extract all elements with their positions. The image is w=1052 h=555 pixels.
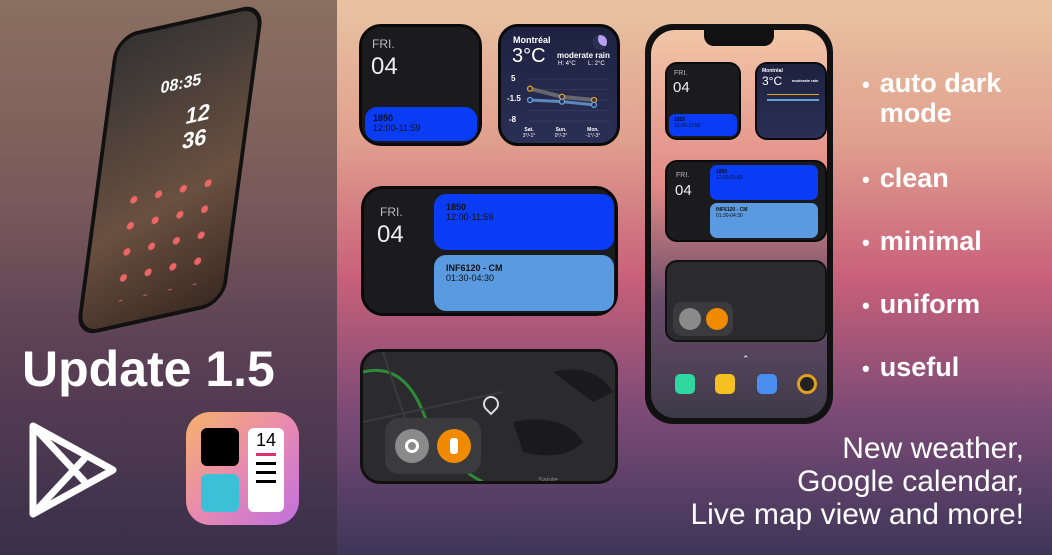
mini-weather-widget: Montréal 3°C moderate rain [755,62,827,140]
day-range: 0°/-2° [554,133,568,139]
phone-big-clock: 12 36 [180,98,212,155]
calendar-day: FRI. [676,172,690,179]
tagline-line: Live map view and more! [690,498,1025,531]
event-time: 12:00-11:59 [674,123,701,129]
calendar-event[interactable]: 1850 12:00-11:59 [365,107,477,141]
calendar-day: FRI. [380,205,403,219]
calendar-event: 1850 12:00-11:59 [669,114,737,136]
calendar-date: 04 [675,182,692,199]
data-point [526,96,534,104]
calendar-event[interactable]: INF6120 - CM 01:30-04:30 [434,255,614,311]
app-icon-calendar-tile: 14 [248,428,284,512]
calendar-date: 04 [377,221,404,248]
day-range: 3°/-1° [522,133,536,139]
data-point [526,85,534,92]
forecast-day: Mon. -1°/-3° [581,127,605,139]
dock-app-icon[interactable] [757,374,777,394]
play-store-icon [29,422,117,518]
dock-app-icon[interactable] [675,374,695,394]
day-range: -1°/-3° [585,133,601,139]
weather-chart [526,78,609,122]
app-icon-black-tile [201,428,239,466]
mini-calendar-widget: FRI. 04 1850 12:00-11:59 [665,62,741,140]
tagline: New weather, Google calendar, Live map v… [691,432,1025,531]
tagline-line: New weather, [842,432,1024,465]
calendar-day: FRI. [674,70,688,77]
calendar-date: 04 [673,79,690,96]
app-icon-number: 14 [255,430,277,450]
forecast-day: Sun. 0°/-2° [549,127,573,139]
weather-temp: 3°C [762,74,783,88]
calendar-event: INF6120 - CM 01:30-04:30 [710,203,818,238]
search-icon [679,308,701,330]
feature-text: clean [879,163,949,193]
search-icon[interactable] [395,429,429,463]
mini-calendar-wide-widget: FRI. 04 1850 12:00-11:59 INF6120 - CM 01:3… [665,160,827,242]
event-time: 12:00-11:59 [446,212,494,222]
feature-item: • useful [862,352,960,382]
event-title: 1850 [446,202,467,212]
feature-text: uniform [879,289,981,319]
data-point [558,98,566,105]
map-controls [385,418,481,474]
feature-text: minimal [879,226,982,256]
weather-condition: moderate rain [792,78,819,83]
left-panel: 08:35 12 36 Update 1.5 14 [0,0,337,555]
app-icon-cyan-tile [201,474,239,512]
map-widget[interactable]: Sainte [360,349,618,484]
feature-item: • auto dark mode [862,68,1042,128]
traffic-light-icon[interactable] [437,429,471,463]
mini-map-widget [665,260,827,342]
calendar-event: 1850 12:00-11:59 [710,165,818,200]
phone-notch [704,30,774,46]
calendar-widget-wide[interactable]: FRI. 04 1850 12:00-11:59 INF6120 - CM 01:3… [361,186,618,316]
forecast-day: Sat. 3°/-1° [517,127,541,139]
chevron-up-icon: ⌃ [742,354,750,364]
app-icon: 14 [186,412,299,525]
dock-app-icon[interactable] [797,374,817,394]
traffic-light-icon [706,308,728,330]
calendar-widget-small[interactable]: FRI. 04 1850 12:00-11:59 [359,24,482,146]
feature-item: • minimal [862,226,982,256]
tagline-line: Google calendar, [797,465,1024,498]
event-title: INF6120 - CM [446,263,503,273]
feature-item: • uniform [862,289,981,319]
map-label: Sainte [538,477,558,484]
phone-app-grid [107,167,223,305]
feature-text: auto dark mode [879,68,1002,128]
event-time: 12:00-11:59 [716,175,743,181]
event-time: 01:30-04:30 [446,273,495,283]
event-title: 1850 [373,113,394,123]
dock [669,374,819,398]
event-time: 12:00-11:59 [373,123,421,133]
phone-clock: 08:35 [159,70,203,98]
event-time: 01:30-04:30 [716,213,743,219]
dock-app-icon[interactable] [715,374,735,394]
phone-mockup: FRI. 04 1850 12:00-11:59 Montréal 3°C mod… [645,24,833,424]
promo-title: Update 1.5 [22,341,275,397]
feature-text: useful [879,352,960,382]
weather-widget[interactable]: Montréal 3°C moderate rain H: 4°C L: 2°C… [498,24,620,146]
calendar-day: FRI. [372,37,395,51]
calendar-date: 04 [371,53,398,80]
tilted-phone: 08:35 12 36 [75,2,265,338]
calendar-event[interactable]: 1850 12:00-11:59 [434,194,614,250]
feature-item: • clean [862,163,949,193]
data-point [590,101,598,108]
